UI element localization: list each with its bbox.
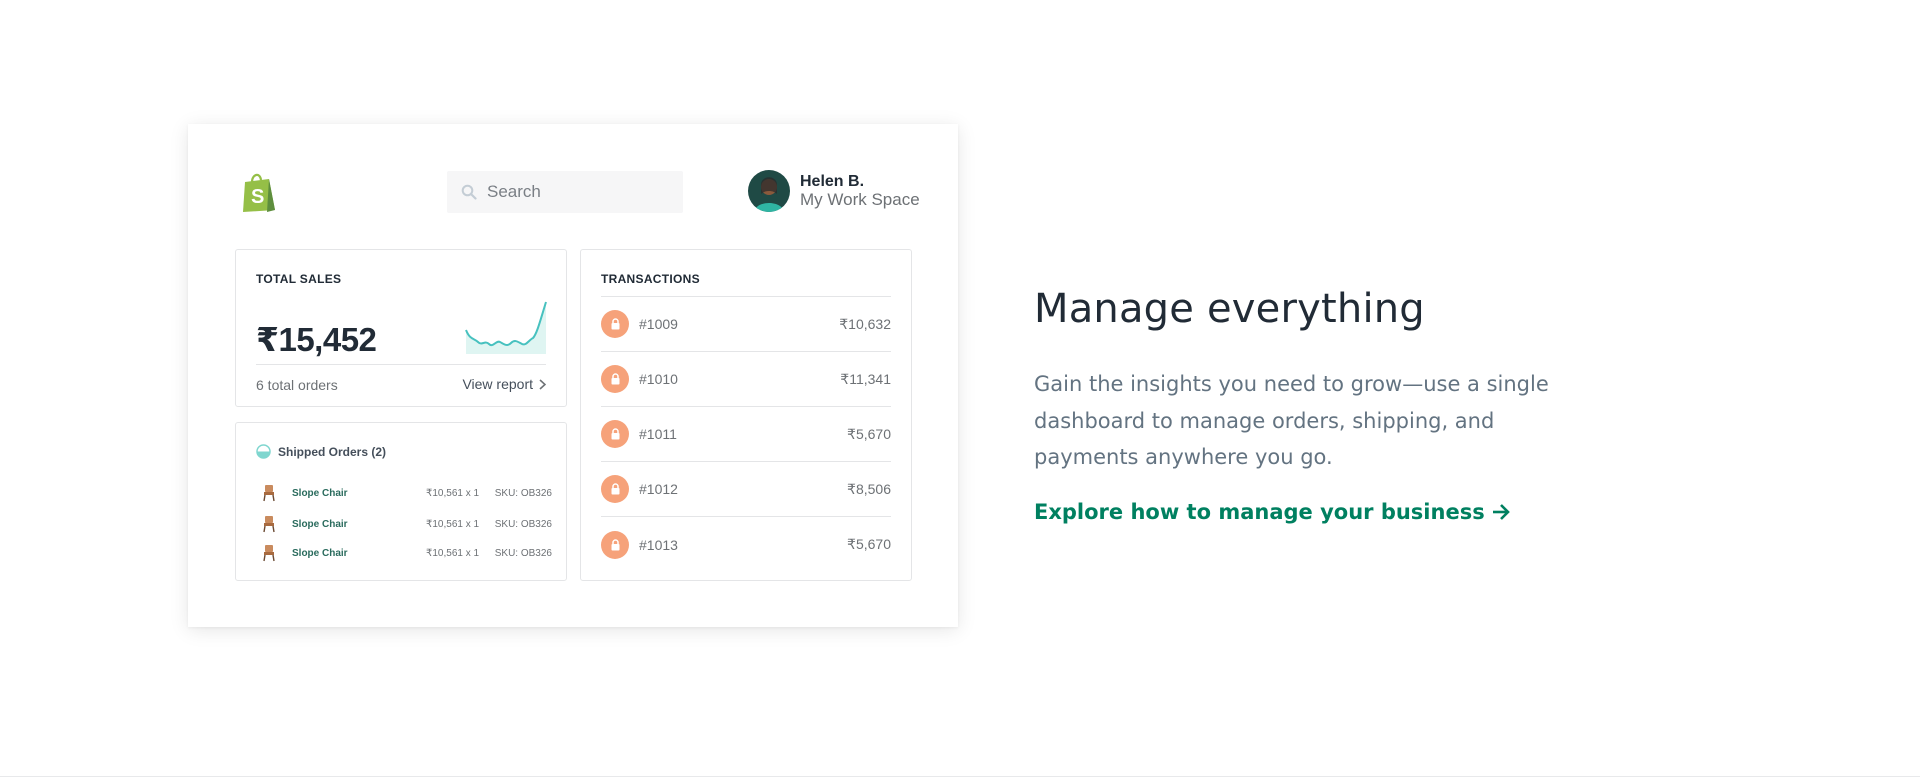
avatar — [748, 170, 790, 212]
lock-badge — [601, 475, 629, 503]
view-report-label: View report — [462, 376, 533, 392]
sales-sparkline — [465, 301, 547, 354]
divider — [256, 364, 546, 365]
chair-icon — [263, 485, 275, 502]
user-workspace: My Work Space — [800, 190, 920, 209]
explore-business-link[interactable]: Explore how to manage your business — [1034, 500, 1511, 524]
transaction-row[interactable]: #1013 ₹5,670 — [601, 517, 891, 572]
shopify-bag-icon: S — [243, 173, 275, 212]
transaction-row[interactable]: #1012 ₹8,506 — [601, 462, 891, 517]
lock-icon — [611, 318, 619, 330]
transaction-id: #1013 — [639, 536, 678, 553]
item-price: ₹10,561 x 1 — [426, 487, 480, 499]
transaction-id: #1011 — [639, 426, 677, 442]
shipped-orders-header: Shipped Orders (2) — [256, 444, 386, 459]
transactions-title: TRANSACTIONS — [601, 272, 700, 286]
transaction-id: #1012 — [639, 481, 678, 497]
section-description: Gain the insights you need to grow—use a… — [1034, 372, 1549, 469]
list-item[interactable]: Slope Chair ₹10,561 x 1 SKU: OB326 — [262, 482, 552, 504]
section-headline: Manage everything — [1034, 286, 1425, 332]
item-price: ₹10,561 x 1 — [426, 518, 480, 530]
lock-icon — [611, 483, 619, 495]
transaction-id: #1009 — [639, 316, 678, 332]
transaction-amount: ₹8,506 — [847, 480, 891, 497]
total-sales-title: TOTAL SALES — [256, 272, 342, 286]
svg-text:S: S — [251, 186, 264, 208]
lock-badge — [601, 530, 629, 559]
search-icon — [461, 184, 477, 200]
transaction-row[interactable]: #1010 ₹11,341 — [601, 352, 891, 407]
lock-icon — [611, 373, 619, 385]
lock-badge — [601, 310, 629, 338]
total-sales-panel: TOTAL SALES ₹15,452 6 total orders View … — [235, 249, 567, 407]
list-item[interactable]: Slope Chair ₹10,561 x 1 SKU: OB326 — [262, 542, 552, 564]
user-name: Helen B. — [800, 173, 865, 190]
section-divider — [0, 776, 1920, 777]
transaction-id: #1010 — [639, 371, 678, 387]
item-sku: SKU: OB326 — [494, 487, 552, 499]
item-name: Slope Chair — [292, 518, 348, 530]
search-box[interactable]: Search — [447, 171, 683, 213]
transaction-row[interactable]: #1009 ₹10,632 — [601, 297, 891, 352]
shipped-orders-title: Shipped Orders (2) — [278, 444, 387, 459]
arrow-right-icon — [1492, 504, 1510, 520]
transaction-amount: ₹5,670 — [847, 536, 891, 552]
view-report-link[interactable]: View report — [462, 376, 546, 392]
lock-badge — [601, 365, 629, 393]
user-menu[interactable]: Helen B. My Work Space — [748, 170, 920, 212]
half-circle-icon — [256, 444, 271, 459]
explore-business-label: Explore how to manage your business — [1034, 500, 1485, 524]
item-name: Slope Chair — [292, 487, 348, 499]
transactions-panel: TRANSACTIONS #1009 ₹10,632 #1010 ₹11,341… — [580, 249, 912, 581]
dashboard-preview-card: S Search Helen B. My Work Space TOTAL SA… — [188, 124, 958, 627]
item-sku: SKU: OB326 — [494, 547, 552, 559]
item-name: Slope Chair — [292, 547, 348, 559]
total-orders-count: 6 total orders — [256, 377, 338, 393]
search-placeholder: Search — [487, 182, 541, 201]
item-sku: SKU: OB326 — [494, 518, 552, 530]
transaction-amount: ₹5,670 — [847, 425, 891, 442]
item-price: ₹10,561 x 1 — [426, 547, 480, 559]
lock-icon — [611, 428, 619, 440]
chevron-right-icon — [539, 378, 546, 390]
lock-icon — [611, 538, 619, 550]
chair-icon — [263, 516, 275, 533]
transaction-amount: ₹10,632 — [839, 315, 891, 332]
transactions-list: #1009 ₹10,632 #1010 ₹11,341 #1011 ₹5,670… — [601, 296, 891, 572]
transaction-row[interactable]: #1011 ₹5,670 — [601, 407, 891, 462]
chair-icon — [263, 545, 275, 562]
total-sales-value: ₹15,452 — [256, 321, 377, 358]
list-item[interactable]: Slope Chair ₹10,561 x 1 SKU: OB326 — [262, 513, 552, 535]
user-info: Helen B. My Work Space — [800, 173, 920, 209]
shipped-orders-panel: Shipped Orders (2) Slope Chair ₹10,561 x… — [235, 422, 567, 581]
lock-badge — [601, 420, 629, 448]
transaction-amount: ₹11,341 — [840, 370, 891, 387]
